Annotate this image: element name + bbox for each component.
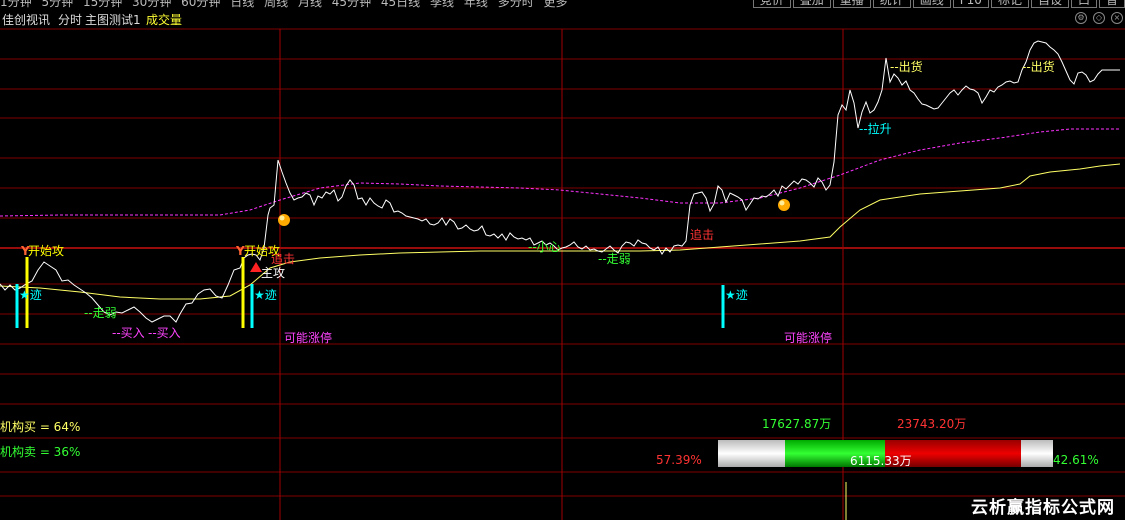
sell-percent: 42.61% [1053, 453, 1099, 467]
watermark-logo: 云析赢指标公式网 [971, 498, 1115, 518]
ma-dashed-line [0, 128, 1120, 217]
label-buy: --买入 [148, 326, 181, 340]
gold-ball-icon [278, 214, 290, 226]
label-pull-up: --拉升 [859, 122, 892, 136]
buy-sell-ratio-bar: 6115.33万 [718, 440, 1053, 468]
label-careful: --小心 [528, 240, 561, 254]
label-trace: ★迹 [725, 288, 748, 302]
label-ship: --出货 [1022, 60, 1055, 74]
buy-percent: 57.39% [656, 453, 702, 467]
institution-sell-ratio: 机构卖 = 36% [0, 445, 81, 459]
label-buy: --买入 [112, 326, 145, 340]
net-amount: 6115.33万 [850, 454, 912, 468]
average-price-line [0, 163, 1121, 300]
label-trace: ★迹 [254, 288, 277, 302]
label-limit-up: 可能涨停 [784, 331, 833, 345]
price-line [0, 40, 1120, 323]
label-limit-up: 可能涨停 [284, 331, 333, 345]
label-chase: 追击 [690, 228, 715, 242]
gold-ball-icon [778, 199, 790, 211]
institution-buy-ratio: 机构买 = 64% [0, 420, 81, 434]
label-weak: --走弱 [84, 306, 117, 320]
buy-amount: 17627.87万 [762, 417, 832, 431]
label-ship: --出货 [890, 60, 923, 74]
label-main-attack: 主攻 [261, 266, 286, 280]
label-weak: --走弱 [598, 252, 631, 266]
bar-right-cap [1021, 440, 1053, 467]
bar-left-cap [718, 440, 785, 467]
label-start-attack: 开始攻 [28, 244, 65, 258]
sell-amount: 23743.20万 [897, 417, 967, 431]
label-trace: ★迹 [19, 288, 42, 302]
